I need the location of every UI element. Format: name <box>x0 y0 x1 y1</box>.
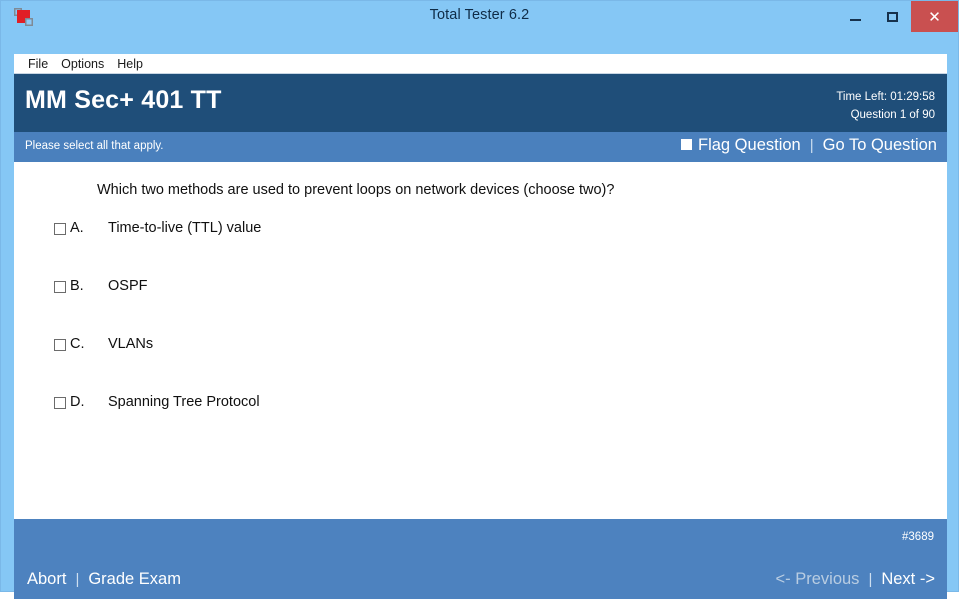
answer-choices: A. Time-to-live (TTL) value B. OSPF C. V… <box>54 220 927 452</box>
answer-checkbox-a[interactable] <box>54 223 66 235</box>
answer-checkbox-d[interactable] <box>54 397 66 409</box>
answer-letter-a: A. <box>70 220 84 236</box>
toolbar-separator: | <box>809 137 814 154</box>
exam-header: MM Sec+ 401 TT Time Left: 01:29:58 Quest… <box>14 74 947 132</box>
footer-left-actions: Abort | Grade Exam <box>27 570 181 589</box>
question-body: Which two methods are used to prevent lo… <box>14 162 947 519</box>
answer-checkbox-c[interactable] <box>54 339 66 351</box>
close-button[interactable]: ✕ <box>911 1 958 32</box>
menu-item-options[interactable]: Options <box>61 54 104 74</box>
answer-text-d[interactable]: Spanning Tree Protocol <box>108 394 260 410</box>
answer-letter-c: C. <box>70 336 85 352</box>
maximize-icon <box>887 11 898 22</box>
answer-choice-a[interactable]: A. Time-to-live (TTL) value <box>54 220 927 278</box>
footer-nav-actions: <- Previous | Next -> <box>776 570 935 589</box>
exam-footer: #3689 Abort | Grade Exam <- Previous | N… <box>14 519 947 599</box>
abort-button[interactable]: Abort <box>27 570 66 589</box>
question-text: Which two methods are used to prevent lo… <box>97 182 615 198</box>
minimize-button[interactable] <box>837 1 874 32</box>
answer-letter-d: D. <box>70 394 85 410</box>
toolbar-actions: Flag Question | Go To Question <box>681 136 937 155</box>
exam-status: Time Left: 01:29:58 Question 1 of 90 <box>836 88 935 124</box>
answer-checkbox-b[interactable] <box>54 281 66 293</box>
close-icon: ✕ <box>928 8 941 26</box>
answer-choice-b[interactable]: B. OSPF <box>54 278 927 336</box>
minimize-icon <box>850 19 861 21</box>
application-window: Total Tester 6.2 ✕ File Options Help MM … <box>0 0 959 599</box>
answer-text-a[interactable]: Time-to-live (TTL) value <box>108 220 261 236</box>
time-left: Time Left: 01:29:58 <box>836 91 935 103</box>
menu-item-file[interactable]: File <box>28 54 48 74</box>
app-content: File Options Help MM Sec+ 401 TT Time Le… <box>14 54 947 599</box>
grade-exam-button[interactable]: Grade Exam <box>88 570 181 589</box>
menu-item-help[interactable]: Help <box>117 54 143 74</box>
answer-choice-d[interactable]: D. Spanning Tree Protocol <box>54 394 927 452</box>
window-controls: ✕ <box>837 1 958 32</box>
window-title: Total Tester 6.2 <box>429 7 530 23</box>
nav-separator: | <box>868 571 873 588</box>
menubar: File Options Help <box>14 54 947 74</box>
previous-question-button[interactable]: <- Previous <box>776 570 860 589</box>
exam-title: MM Sec+ 401 TT <box>25 86 222 114</box>
question-toolbar: Please select all that apply. Flag Quest… <box>14 132 947 162</box>
maximize-button[interactable] <box>874 1 911 32</box>
question-id-badge: #3689 <box>902 531 934 543</box>
footer-separator: | <box>75 571 80 588</box>
flag-question-label[interactable]: Flag Question <box>698 136 801 155</box>
question-counter: Question 1 of 90 <box>850 109 935 121</box>
next-question-button[interactable]: Next -> <box>881 570 935 589</box>
flag-question-checkbox[interactable] <box>681 139 692 150</box>
selection-instruction: Please select all that apply. <box>25 140 164 152</box>
answer-letter-b: B. <box>70 278 84 294</box>
answer-choice-c[interactable]: C. VLANs <box>54 336 927 394</box>
go-to-question-link[interactable]: Go To Question <box>823 136 937 155</box>
window-titlebar[interactable]: Total Tester 6.2 ✕ <box>1 1 958 32</box>
answer-text-c[interactable]: VLANs <box>108 336 153 352</box>
answer-text-b[interactable]: OSPF <box>108 278 147 294</box>
